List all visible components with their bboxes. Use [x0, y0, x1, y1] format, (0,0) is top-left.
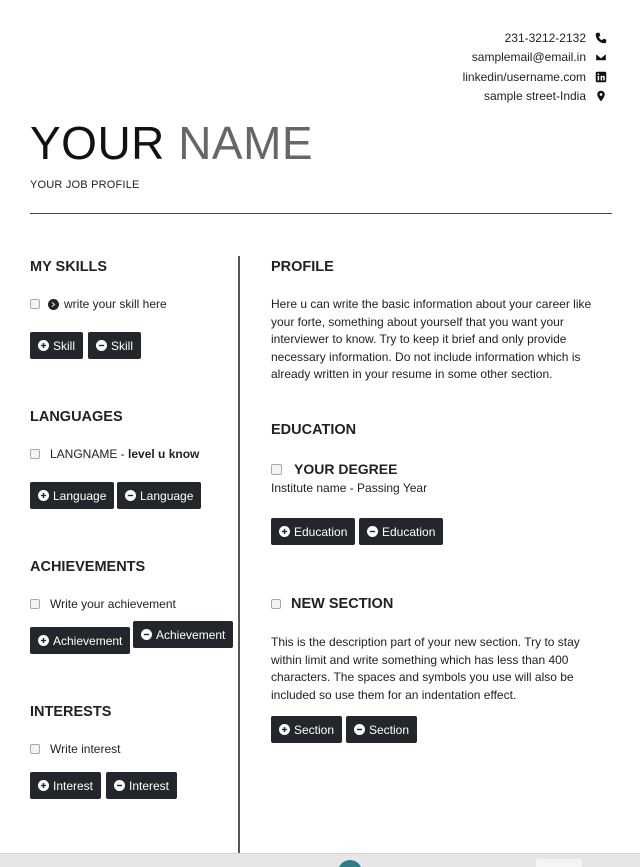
add-education-label: Education — [294, 524, 348, 539]
achievement-text[interactable]: Write your achievement — [50, 597, 176, 611]
plus-circle-icon — [279, 526, 290, 537]
minus-circle-icon — [141, 629, 152, 640]
new-section-text[interactable]: This is the description part of your new… — [271, 634, 601, 704]
remove-language-label: Language — [140, 488, 194, 503]
new-section-checkbox[interactable] — [271, 599, 281, 609]
education-title: EDUCATION — [271, 422, 357, 438]
achievements-title: ACHIEVEMENTS — [30, 559, 146, 575]
skill-checkbox[interactable] — [30, 299, 40, 309]
email-text: samplemail@email.in — [471, 50, 586, 65]
linkedin-icon — [594, 70, 608, 84]
language-name[interactable]: LANGNAME - — [50, 447, 128, 461]
add-section-button[interactable]: Section — [271, 716, 343, 743]
plus-circle-icon — [279, 724, 290, 735]
skill-text[interactable]: write your skill here — [64, 297, 167, 311]
remove-interest-button[interactable]: Interest — [106, 772, 178, 799]
bottom-tab[interactable] — [536, 859, 582, 867]
institute-text[interactable]: Institute name - Passing Year — [271, 481, 427, 495]
skill-item: write your skill here — [30, 297, 167, 311]
add-achievement-label: Achievement — [53, 633, 123, 648]
language-checkbox[interactable] — [30, 449, 40, 459]
language-item: LANGNAME - level u know — [30, 447, 199, 461]
plus-circle-icon — [38, 490, 49, 501]
achievement-item: Write your achievement — [30, 597, 176, 611]
address-text: sample street-India — [483, 89, 586, 104]
plus-circle-icon — [38, 780, 49, 791]
interests-title: INTERESTS — [30, 704, 112, 720]
remove-interest-label: Interest — [129, 778, 170, 793]
add-skill-button[interactable]: Skill — [30, 332, 84, 359]
new-section-header: NEW SECTION — [271, 596, 393, 612]
minus-circle-icon — [125, 490, 136, 501]
add-section-label: Section — [294, 722, 335, 737]
contact-info: 231-3212-2132 samplemail@email.in linked… — [463, 28, 608, 106]
add-achievement-button[interactable]: Achievement — [30, 627, 131, 654]
header-divider — [30, 213, 612, 214]
job-profile: YOUR JOB PROFILE — [30, 179, 140, 191]
remove-education-button[interactable]: Education — [359, 518, 444, 545]
phone-icon — [594, 31, 608, 45]
last-name: NAME — [178, 117, 314, 169]
contact-email: samplemail@email.in — [463, 48, 608, 68]
language-level[interactable]: level u know — [128, 447, 199, 461]
add-language-button[interactable]: Language — [30, 482, 115, 509]
first-name: YOUR — [30, 117, 165, 169]
linkedin-text: linkedin/username.com — [462, 69, 586, 84]
skills-title: MY SKILLS — [30, 259, 108, 275]
phone-text: 231-3212-2132 — [504, 30, 586, 45]
add-language-label: Language — [53, 488, 107, 503]
map-marker-icon — [594, 89, 608, 103]
remove-section-label: Section — [369, 722, 410, 737]
achievement-checkbox[interactable] — [30, 599, 40, 609]
remove-skill-label: Skill — [111, 338, 134, 353]
degree-text[interactable]: YOUR DEGREE — [294, 461, 397, 477]
interest-item: Write interest — [30, 742, 120, 756]
interest-text[interactable]: Write interest — [50, 742, 120, 756]
remove-skill-button[interactable]: Skill — [88, 332, 142, 359]
plus-circle-icon — [38, 340, 49, 351]
new-section-title[interactable]: NEW SECTION — [291, 596, 393, 612]
contact-phone: 231-3212-2132 — [463, 28, 608, 48]
profile-text[interactable]: Here u can write the basic information a… — [271, 296, 601, 384]
remove-language-button[interactable]: Language — [117, 482, 202, 509]
contact-linkedin: linkedin/username.com — [463, 67, 608, 87]
envelope-icon — [594, 50, 608, 64]
chevron-right-icon — [48, 298, 59, 310]
degree-item: YOUR DEGREE — [271, 461, 397, 477]
plus-circle-icon — [38, 635, 49, 646]
remove-achievement-label: Achievement — [156, 627, 226, 642]
column-divider — [238, 256, 240, 854]
minus-circle-icon — [114, 780, 125, 791]
add-education-button[interactable]: Education — [271, 518, 356, 545]
profile-title: PROFILE — [271, 259, 334, 275]
add-skill-label: Skill — [53, 338, 76, 353]
minus-circle-icon — [354, 724, 365, 735]
languages-title: LANGUAGES — [30, 409, 123, 425]
minus-circle-icon — [367, 526, 378, 537]
remove-achievement-button[interactable]: Achievement — [133, 621, 234, 648]
remove-education-label: Education — [382, 524, 436, 539]
add-interest-label: Interest — [53, 778, 94, 793]
contact-address: sample street-India — [463, 87, 608, 107]
full-name: YOUR NAME — [30, 117, 313, 169]
interest-checkbox[interactable] — [30, 744, 40, 754]
remove-section-button[interactable]: Section — [346, 716, 418, 743]
degree-checkbox[interactable] — [271, 463, 282, 475]
add-interest-button[interactable]: Interest — [30, 772, 102, 799]
minus-circle-icon — [96, 340, 107, 351]
